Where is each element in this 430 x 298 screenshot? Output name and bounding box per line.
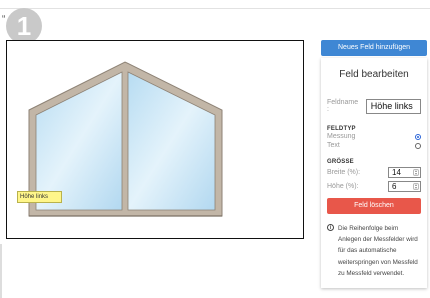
height-row: Höhe (%): 6: [327, 180, 421, 193]
scroll-edge: [0, 244, 2, 298]
quote-mark-icon: “: [2, 14, 6, 25]
radio-text[interactable]: [415, 142, 421, 149]
info-icon: i: [327, 224, 334, 231]
image-canvas[interactable]: Höhe links: [6, 40, 304, 239]
width-spinner-icon[interactable]: [413, 169, 419, 176]
width-row: Breite (%): 14: [327, 166, 421, 179]
type-option-label: Text: [327, 142, 340, 149]
add-field-button[interactable]: Neues Feld hinzufügen: [321, 40, 427, 56]
step-number-badge: 1: [6, 8, 42, 44]
width-value: 14: [392, 168, 401, 177]
window-illustration: [28, 61, 223, 217]
edit-field-panel: Feld bearbeiten Feldname : Höhe links FE…: [321, 58, 427, 288]
type-option-text[interactable]: Text: [327, 141, 421, 150]
height-value: 6: [392, 182, 397, 191]
width-input[interactable]: 14: [388, 167, 421, 178]
sidebar: Neues Feld hinzufügen Feld bearbeiten Fe…: [321, 40, 427, 288]
type-option-label: Messung: [327, 133, 356, 140]
field-name-label: Feldname :: [327, 99, 359, 113]
panel-title: Feld bearbeiten: [339, 69, 409, 80]
width-label: Breite (%):: [327, 169, 361, 176]
field-name-row: Feldname : Höhe links: [327, 98, 421, 114]
height-input[interactable]: 6: [388, 181, 421, 192]
info-note: i Die Reihenfolge beim Anlegen der Messf…: [327, 223, 421, 279]
size-heading: GRÖSSE: [327, 159, 354, 165]
height-label: Höhe (%):: [327, 183, 359, 190]
field-name-input[interactable]: Höhe links: [365, 98, 421, 114]
type-option-measurement[interactable]: Messung: [327, 132, 421, 141]
height-spinner-icon[interactable]: [413, 183, 419, 190]
delete-field-button[interactable]: Feld löschen: [327, 198, 421, 214]
radio-measurement[interactable]: [415, 133, 421, 140]
measurement-field-hoehe-links[interactable]: Höhe links: [17, 191, 62, 203]
top-divider: [0, 8, 430, 9]
info-text: Die Reihenfolge beim Anlegen der Messfel…: [338, 225, 418, 277]
